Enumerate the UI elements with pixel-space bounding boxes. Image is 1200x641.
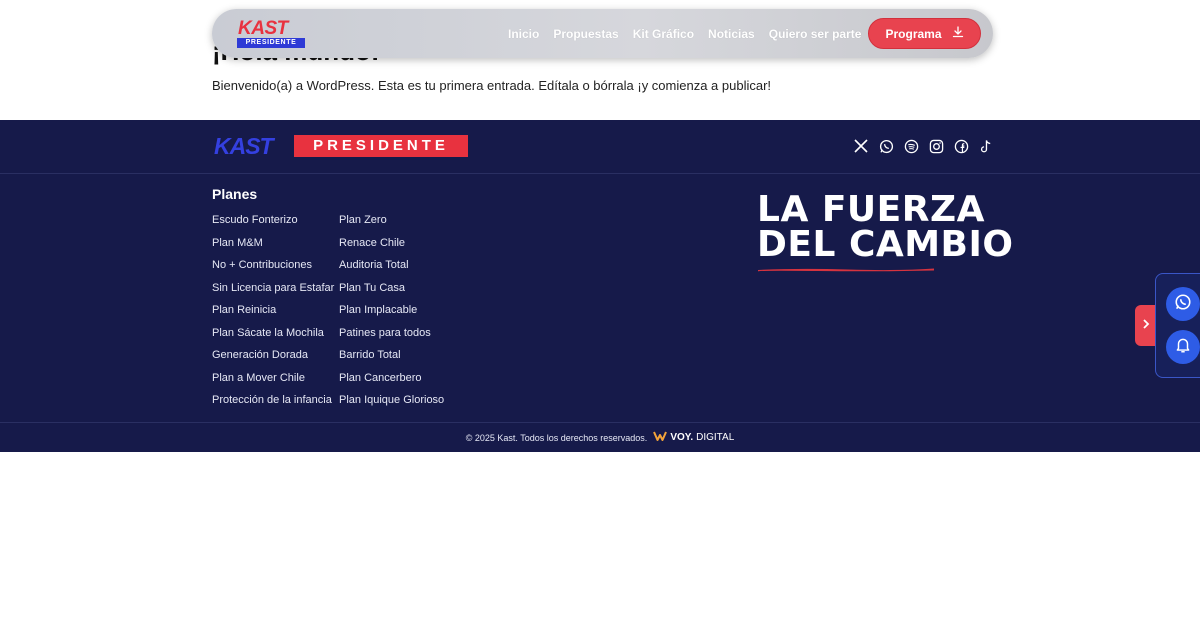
plan-link[interactable]: Plan Cancerbero [339,372,444,395]
header-logo[interactable]: KAST PRESIDENTE [236,18,306,49]
nav-noticias[interactable]: Noticias [708,27,755,41]
programa-button-label: Programa [885,26,942,41]
slogan: LA FUERZA DEL CAMBIO [757,192,1014,265]
footer-logo-kast: KAST [214,132,274,159]
copyright: © 2025 Kast. Todos los derechos reservad… [465,432,648,443]
plan-link[interactable]: Patines para todos [339,327,444,350]
site-footer: KAST PRESIDENTE Planes Escudo Fonterizo … [0,120,1200,452]
nav-quiero-ser-parte[interactable]: Quiero ser parte [769,27,862,41]
post-text: Bienvenido(a) a WordPress. Esta es tu pr… [212,78,772,93]
plan-link[interactable]: Plan Iquique Glorioso [339,394,444,417]
plan-link[interactable]: Renace Chile [339,237,444,260]
tiktok-icon[interactable] [978,138,994,154]
planes-list-col2: Plan Zero Renace Chile Auditoria Total P… [339,214,444,417]
programa-button[interactable]: Programa [868,18,981,49]
whatsapp-chat-button[interactable] [1166,287,1200,321]
nav-propuestas[interactable]: Propuestas [553,27,618,41]
whatsapp-icon[interactable] [878,138,894,154]
bell-icon [1174,336,1192,359]
side-toggle-button[interactable] [1135,305,1157,346]
credit-link[interactable]: VOY. DIGITAL [653,431,734,445]
notifications-button[interactable] [1166,330,1200,364]
plan-link[interactable]: Plan Tu Casa [339,282,444,305]
footer-top-bar: KAST PRESIDENTE [0,120,1200,174]
main-nav: Inicio Propuestas Kit Gráfico Noticias Q… [508,9,861,58]
credit-brand: VOY. [670,432,694,443]
plan-link[interactable]: Auditoria Total [339,259,444,282]
header-logo-kast: KAST [238,18,288,39]
footer-logo[interactable]: KAST PRESIDENTE [214,132,468,159]
download-icon [952,26,964,41]
plan-link[interactable]: Barrido Total [339,349,444,372]
spotify-icon[interactable] [903,138,919,154]
x-icon[interactable] [853,138,869,154]
side-widget-panel [1155,273,1200,378]
slogan-underline [758,268,934,272]
footer-bottom-bar: © 2025 Kast. Todos los derechos reservad… [0,422,1200,452]
plan-link[interactable]: Plan Zero [339,214,444,237]
plan-link[interactable]: Generación Dorada [212,349,334,372]
credit-suffix: DIGITAL [696,432,735,443]
plan-link[interactable]: No + Contribuciones [212,259,334,282]
plan-link[interactable]: Plan a Mover Chile [212,372,334,395]
plan-link[interactable]: Sin Licencia para Estafar [212,282,334,305]
plan-link[interactable]: Protección de la infancia [212,394,334,417]
plan-link[interactable]: Plan Implacable [339,304,444,327]
instagram-icon[interactable] [928,138,944,154]
footer-logo-presidente: PRESIDENTE [294,135,468,157]
social-links [853,138,994,154]
planes-list-col1: Escudo Fonterizo Plan M&M No + Contribuc… [212,214,334,417]
nav-kit-grafico[interactable]: Kit Gráfico [633,27,694,41]
plan-link[interactable]: Plan Sácate la Mochila [212,327,334,350]
whatsapp-icon [1174,293,1192,316]
nav-inicio[interactable]: Inicio [508,27,539,41]
planes-title: Planes [212,186,258,202]
plan-link[interactable]: Plan Reinicia [212,304,334,327]
plan-link[interactable]: Plan M&M [212,237,334,260]
site-header: KAST PRESIDENTE Inicio Propuestas Kit Gr… [212,9,993,58]
header-logo-presidente: PRESIDENTE [237,38,305,48]
slogan-line2: DEL CAMBIO [757,224,1014,265]
chevron-right-icon [1142,317,1150,335]
facebook-icon[interactable] [953,138,969,154]
voy-logo-icon [653,431,668,445]
plan-link[interactable]: Escudo Fonterizo [212,214,334,237]
